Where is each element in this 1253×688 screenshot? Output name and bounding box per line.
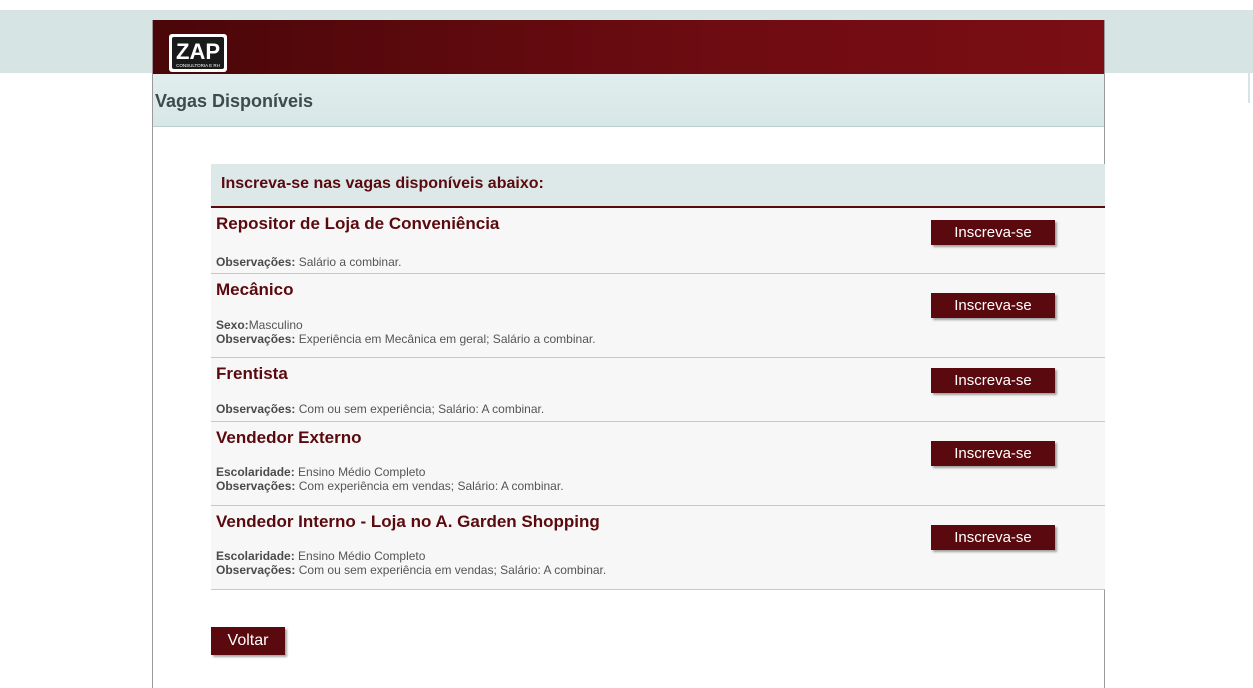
zap-logo[interactable]: ZAP CONSULTORIA E RH bbox=[168, 33, 228, 73]
detail-value: Ensino Médio Completo bbox=[294, 465, 426, 479]
job-title: Repositor de Loja de Conveniência bbox=[216, 214, 500, 233]
site-header: ZAP CONSULTORIA E RH bbox=[153, 20, 1104, 74]
detail-value: Com ou sem experiência; Salário: A combi… bbox=[295, 402, 545, 416]
job-item: Mecânico Inscreva-se Sexo:Masculino Obse… bbox=[211, 274, 1105, 358]
detail-label: Observações: bbox=[216, 332, 296, 346]
job-item: Repositor de Loja de Conveniência Inscre… bbox=[211, 208, 1105, 274]
detail-value: Com ou sem experiência em vendas; Salári… bbox=[295, 563, 607, 577]
apply-button[interactable]: Inscreva-se bbox=[931, 368, 1055, 393]
detail-label: Observações: bbox=[216, 479, 296, 493]
job-list: Inscreva-se nas vagas disponíveis abaixo… bbox=[211, 164, 1105, 590]
job-title: Vendedor Externo bbox=[216, 428, 362, 447]
job-detail: Observações: Com ou sem experiência em v… bbox=[216, 563, 606, 577]
detail-label: Escolaridade: bbox=[216, 549, 295, 563]
apply-button[interactable]: Inscreva-se bbox=[931, 441, 1055, 466]
apply-button[interactable]: Inscreva-se bbox=[931, 293, 1055, 318]
job-item: Frentista Inscreva-se Observações: Com o… bbox=[211, 358, 1105, 422]
detail-label: Observações: bbox=[216, 255, 296, 269]
detail-label: Observações: bbox=[216, 563, 296, 577]
detail-value: Ensino Médio Completo bbox=[294, 549, 426, 563]
logo-subtext: CONSULTORIA E RH bbox=[176, 63, 220, 68]
apply-button[interactable]: Inscreva-se bbox=[931, 220, 1055, 245]
job-item: Vendedor Externo Inscreva-se Escolaridad… bbox=[211, 422, 1105, 506]
title-bar: Vagas Disponíveis bbox=[153, 74, 1104, 127]
job-detail: Observações: Experiência em Mecânica em … bbox=[216, 332, 596, 346]
job-detail: Observações: Com ou sem experiência; Sal… bbox=[216, 402, 544, 416]
detail-value: Com experiência em vendas; Salário: A co… bbox=[295, 479, 564, 493]
job-title: Vendedor Interno - Loja no A. Garden Sho… bbox=[216, 512, 600, 531]
job-title: Frentista bbox=[216, 364, 288, 383]
job-detail: Escolaridade: Ensino Médio Completo bbox=[216, 549, 425, 563]
apply-button[interactable]: Inscreva-se bbox=[931, 525, 1055, 550]
job-title: Mecânico bbox=[216, 280, 294, 299]
detail-value: Experiência em Mecânica em geral; Salári… bbox=[295, 332, 596, 346]
detail-label: Sexo: bbox=[216, 318, 249, 332]
job-detail: Observações: Com experiência em vendas; … bbox=[216, 479, 564, 493]
right-edge-strip bbox=[1248, 73, 1250, 103]
back-button[interactable]: Voltar bbox=[211, 627, 285, 655]
job-detail: Observações: Salário a combinar. bbox=[216, 255, 401, 269]
detail-label: Escolaridade: bbox=[216, 465, 295, 479]
detail-value: Salário a combinar. bbox=[295, 255, 402, 269]
job-detail: Sexo:Masculino bbox=[216, 318, 303, 332]
logo-text: ZAP bbox=[176, 39, 220, 64]
page-title: Vagas Disponíveis bbox=[155, 91, 314, 111]
detail-label: Observações: bbox=[216, 402, 296, 416]
intro-header: Inscreva-se nas vagas disponíveis abaixo… bbox=[211, 164, 1105, 208]
intro-text: Inscreva-se nas vagas disponíveis abaixo… bbox=[221, 175, 544, 192]
job-item: Vendedor Interno - Loja no A. Garden Sho… bbox=[211, 506, 1105, 590]
job-detail: Escolaridade: Ensino Médio Completo bbox=[216, 465, 425, 479]
detail-value: Masculino bbox=[248, 318, 303, 332]
